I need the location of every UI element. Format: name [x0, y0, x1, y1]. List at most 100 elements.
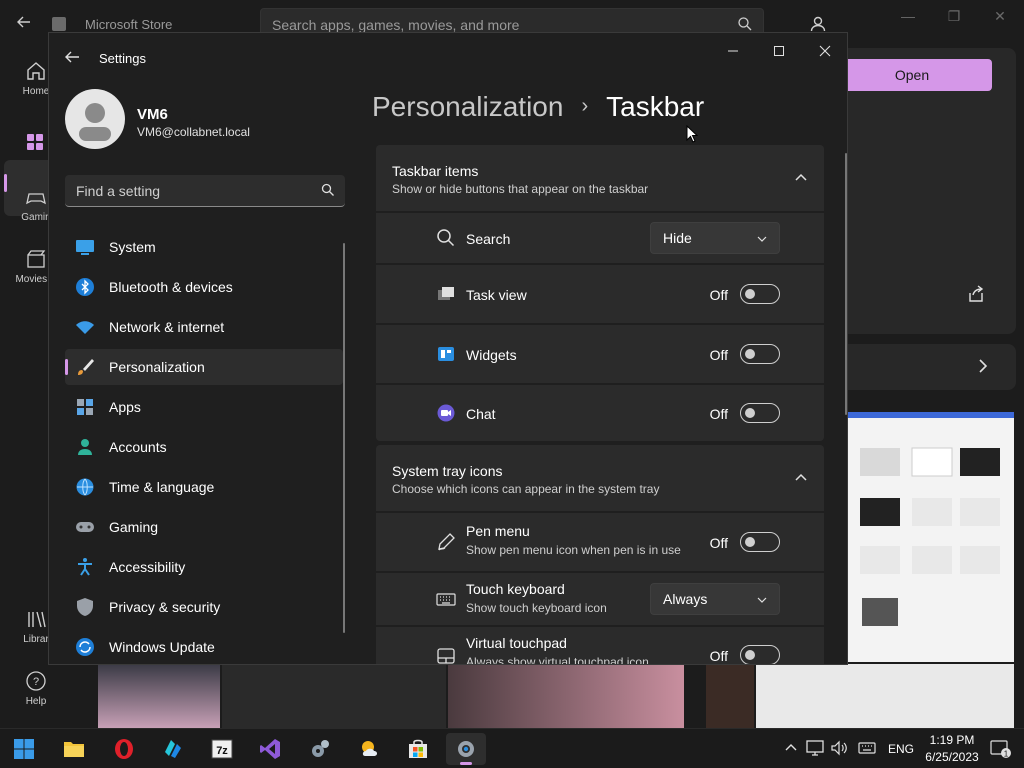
maximize-icon[interactable]: [763, 41, 795, 61]
profile-email: VM6@collabnet.local: [137, 125, 250, 139]
setting-row-widgets: Widgets Off: [376, 325, 824, 383]
store-logo-icon: [52, 17, 66, 31]
keyboard-icon[interactable]: [858, 739, 876, 757]
store-restore-button[interactable]: ❐: [944, 8, 964, 25]
content-scrollbar[interactable]: [845, 153, 847, 415]
taskbar-blue-app[interactable]: [152, 733, 192, 765]
nav-item-accounts[interactable]: Accounts: [65, 429, 343, 465]
clock-time[interactable]: 1:19 PM: [920, 733, 984, 747]
notification-icon[interactable]: 1: [990, 739, 1012, 759]
row-sublabel: Always show virtual touchpad icon: [466, 655, 649, 665]
nav-item-windows-update[interactable]: Windows Update: [65, 629, 343, 664]
search-icon[interactable]: [737, 16, 753, 32]
movies-icon: [27, 250, 46, 268]
nav-item-gaming[interactable]: Gaming: [65, 509, 343, 545]
chevron-up-icon[interactable]: [782, 739, 800, 757]
widgets-icon: [438, 347, 454, 361]
nav-item-system[interactable]: System: [65, 229, 343, 265]
store-screenshot[interactable]: [848, 412, 1014, 662]
apps-icon: [27, 134, 43, 150]
taskbar-items-header[interactable]: Taskbar items Show or hide buttons that …: [376, 145, 824, 211]
avatar[interactable]: [65, 89, 125, 149]
nav-item-personalization[interactable]: Personalization: [65, 349, 343, 385]
taskbar-7zip[interactable]: 7z: [202, 733, 242, 765]
nav-item-network[interactable]: Network & internet: [65, 309, 343, 345]
store-search-placeholder: Search apps, games, movies, and more: [272, 17, 520, 33]
setting-row-chat: Chat Off: [376, 385, 824, 441]
store-close-button[interactable]: ✕: [990, 8, 1010, 25]
taskbar-settings[interactable]: [446, 733, 486, 765]
input-language[interactable]: ENG: [888, 742, 914, 756]
store-open-button[interactable]: Open: [832, 59, 992, 91]
nav-item-accessibility[interactable]: Accessibility: [65, 549, 343, 585]
volume-icon[interactable]: [830, 739, 848, 757]
share-icon[interactable]: [966, 284, 986, 304]
taskbar-visual-studio[interactable]: [250, 733, 290, 765]
svg-text:?: ?: [33, 676, 39, 688]
row-sublabel: Show touch keyboard icon: [466, 601, 607, 615]
close-icon[interactable]: [809, 41, 841, 61]
touchpad-icon: [437, 648, 455, 664]
visual-studio-icon: [260, 739, 280, 759]
taskbar-opera[interactable]: [104, 733, 144, 765]
bluetooth-icon: [76, 278, 94, 296]
screenshot-thumbnail[interactable]: [448, 664, 684, 728]
chat-toggle[interactable]: [740, 403, 780, 423]
chevron-right-icon[interactable]: [974, 356, 992, 376]
section-subtitle: Choose which icons can appear in the sys…: [392, 482, 660, 496]
system-tray-icons-header[interactable]: System tray icons Choose which icons can…: [376, 445, 824, 511]
pen-menu-toggle[interactable]: [740, 532, 780, 552]
touch-keyboard-dropdown[interactable]: Always: [650, 583, 780, 615]
nav-scrollbar[interactable]: [343, 243, 345, 633]
taskbar-control-panel[interactable]: [300, 733, 340, 765]
nav-label: System: [109, 239, 156, 255]
screenshot-thumbnail[interactable]: [756, 664, 1014, 728]
section-subtitle: Show or hide buttons that appear on the …: [392, 182, 649, 196]
minimize-icon[interactable]: [717, 41, 749, 61]
update-icon: [76, 638, 94, 656]
store-title: Microsoft Store: [85, 17, 173, 32]
start-button[interactable]: [4, 733, 44, 765]
settings-titlebar: Settings: [49, 33, 847, 81]
back-arrow-icon[interactable]: [63, 49, 81, 65]
widgets-toggle[interactable]: [740, 344, 780, 364]
chevron-down-icon: [757, 597, 767, 603]
person-icon: [78, 439, 92, 455]
store-screenshot-strip: [96, 664, 1016, 728]
breadcrumb-parent[interactable]: Personalization: [372, 91, 563, 122]
search-visibility-dropdown[interactable]: Hide: [650, 222, 780, 254]
store-minimize-button[interactable]: —: [898, 8, 918, 24]
screenshot-thumbnail[interactable]: [98, 664, 220, 728]
network-ethernet-icon[interactable]: [806, 739, 824, 757]
taskbar-microsoft-store[interactable]: [398, 733, 438, 765]
nav-item-time-language[interactable]: Time & language: [65, 469, 343, 505]
folder-icon: [64, 742, 84, 757]
screenshot-thumbnail[interactable]: [222, 664, 446, 728]
clock-date[interactable]: 6/25/2023: [920, 750, 984, 764]
nav-item-apps[interactable]: Apps: [65, 389, 343, 425]
nav-label: Gaming: [109, 519, 159, 535]
opera-icon: [115, 739, 133, 759]
7zip-icon: 7z: [211, 739, 233, 759]
nav-item-bluetooth[interactable]: Bluetooth & devices: [65, 269, 343, 305]
settings-gear-icon: [458, 741, 474, 757]
store-nav-help[interactable]: ? Help: [0, 670, 72, 707]
screenshot-thumbnail[interactable]: [706, 664, 754, 728]
find-setting-input[interactable]: Find a setting: [65, 175, 345, 207]
profile-icon[interactable]: [808, 14, 828, 34]
virtual-touchpad-toggle[interactable]: [740, 645, 780, 664]
back-arrow-icon: [17, 16, 30, 28]
taskbar-weather[interactable]: [350, 733, 390, 765]
taskbar-file-explorer[interactable]: [54, 733, 94, 765]
toggle-state-label: Off: [709, 535, 728, 551]
nav-label: Privacy & security: [109, 599, 221, 615]
globe-clock-icon: [76, 478, 94, 496]
nav-item-privacy-security[interactable]: Privacy & security: [65, 589, 343, 625]
breadcrumb-separator: ›: [581, 95, 589, 117]
store-back-button[interactable]: [14, 14, 34, 34]
row-label: Virtual touchpad: [466, 635, 567, 651]
pen-icon: [438, 533, 455, 551]
task-view-toggle[interactable]: [740, 284, 780, 304]
toggle-state-label: Off: [709, 648, 728, 664]
section-title: System tray icons: [392, 463, 503, 479]
